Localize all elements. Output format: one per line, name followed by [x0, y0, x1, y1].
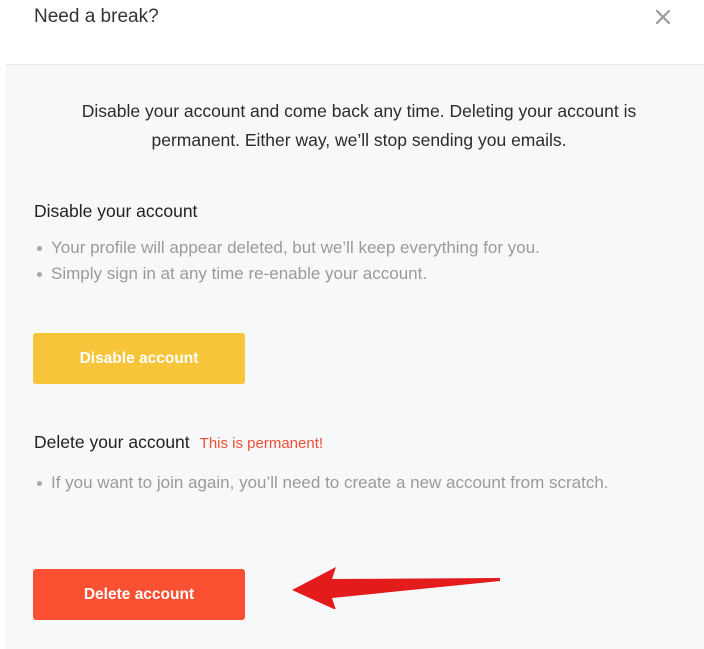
permanent-warning: This is permanent! [199, 435, 324, 452]
list-item: If you want to join again, you’ll need t… [34, 470, 664, 496]
delete-bullet-list: If you want to join again, you’ll need t… [34, 470, 664, 496]
disable-account-button[interactable]: Disable account [33, 333, 245, 384]
list-item: Simply sign in at any time re-enable you… [34, 261, 684, 287]
red-arrow-icon [292, 567, 500, 609]
close-icon [655, 9, 671, 25]
intro-text: Disable your account and come back any t… [81, 101, 637, 150]
dialog-title: Need a break? [34, 6, 159, 27]
disable-section-title: Disable your account [34, 201, 198, 221]
dialog-header: Need a break? [0, 0, 704, 64]
disable-bullet-list: Your profile will appear deleted, but we… [34, 235, 684, 287]
delete-section-title-row: Delete your account This is permanent! [34, 431, 323, 455]
delete-section-title: Delete your account [34, 432, 190, 452]
list-item: Your profile will appear deleted, but we… [34, 235, 684, 261]
delete-account-button[interactable]: Delete account [33, 569, 245, 620]
close-button[interactable] [648, 2, 678, 32]
